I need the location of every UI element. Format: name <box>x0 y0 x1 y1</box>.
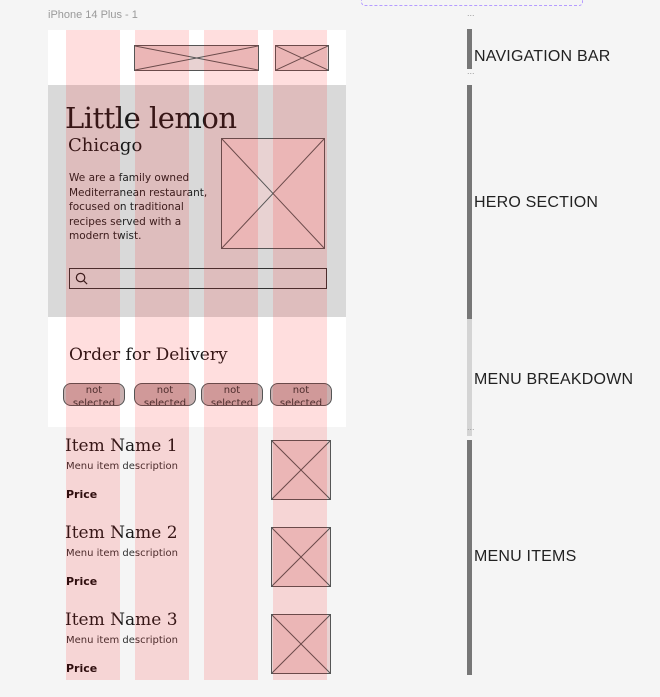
category-chip-3[interactable]: not selected <box>201 383 263 406</box>
hero-section-track[interactable] <box>467 85 472 319</box>
cart-placeholder-icon[interactable] <box>275 45 329 71</box>
hero-description: We are a family owned Mediterranean rest… <box>69 172 208 242</box>
category-chip-2[interactable]: not selected <box>134 383 196 406</box>
selection-outline <box>361 0 583 6</box>
section-label-menu-breakdown: MENU BREAKDOWN <box>474 371 634 388</box>
item-name: Item Name 3 <box>65 610 178 630</box>
section-label-hero: HERO SECTION <box>474 194 599 211</box>
menu-breakdown-track[interactable] <box>467 319 472 436</box>
search-input[interactable] <box>69 268 327 289</box>
order-for-delivery-title: Order for Delivery <box>69 345 228 365</box>
item-description: Menu item description <box>66 548 179 559</box>
hero-city: Chicago <box>68 135 143 156</box>
hero-section: Little lemon Chicago We are a family own… <box>48 85 346 317</box>
category-chip-4[interactable]: not selected <box>270 383 332 406</box>
menu-item[interactable]: Item Name 3 Menu item description Price <box>48 601 346 680</box>
nav-section-track[interactable] <box>467 29 472 69</box>
item-description: Menu item description <box>66 461 179 472</box>
menu-items-track[interactable] <box>467 440 472 675</box>
frame-title[interactable]: iPhone 14 Plus - 1 <box>48 9 138 21</box>
menu-items-section: Item Name 1 Menu item description Price … <box>48 427 346 680</box>
item-image-placeholder-icon <box>271 440 331 500</box>
item-name: Item Name 1 <box>65 436 178 456</box>
navigation-bar <box>48 30 346 85</box>
item-name: Item Name 2 <box>65 523 178 543</box>
section-label-menu-items: MENU ITEMS <box>474 548 577 565</box>
item-description: Menu item description <box>66 635 179 646</box>
search-icon <box>75 272 88 285</box>
menu-item[interactable]: Item Name 1 Menu item description Price <box>48 427 346 511</box>
item-image-placeholder-icon <box>271 614 331 674</box>
logo-placeholder-icon <box>134 45 259 71</box>
item-image-placeholder-icon <box>271 527 331 587</box>
item-price: Price <box>66 662 98 675</box>
track-dots: ... <box>467 422 475 432</box>
item-price: Price <box>66 575 98 588</box>
phone-frame[interactable]: Little lemon Chicago We are a family own… <box>48 30 346 680</box>
track-dots: ... <box>467 8 475 18</box>
section-label-navigation: NAVIGATION BAR <box>474 48 611 65</box>
hero-title: Little lemon <box>65 101 237 135</box>
track-dots: ... <box>467 66 475 76</box>
menu-breakdown-section: Order for Delivery not selected not sele… <box>48 317 346 427</box>
category-chip-1[interactable]: not selected <box>63 383 125 406</box>
hero-image-placeholder-icon <box>221 138 325 249</box>
item-price: Price <box>66 488 98 501</box>
menu-item[interactable]: Item Name 2 Menu item description Price <box>48 514 346 598</box>
